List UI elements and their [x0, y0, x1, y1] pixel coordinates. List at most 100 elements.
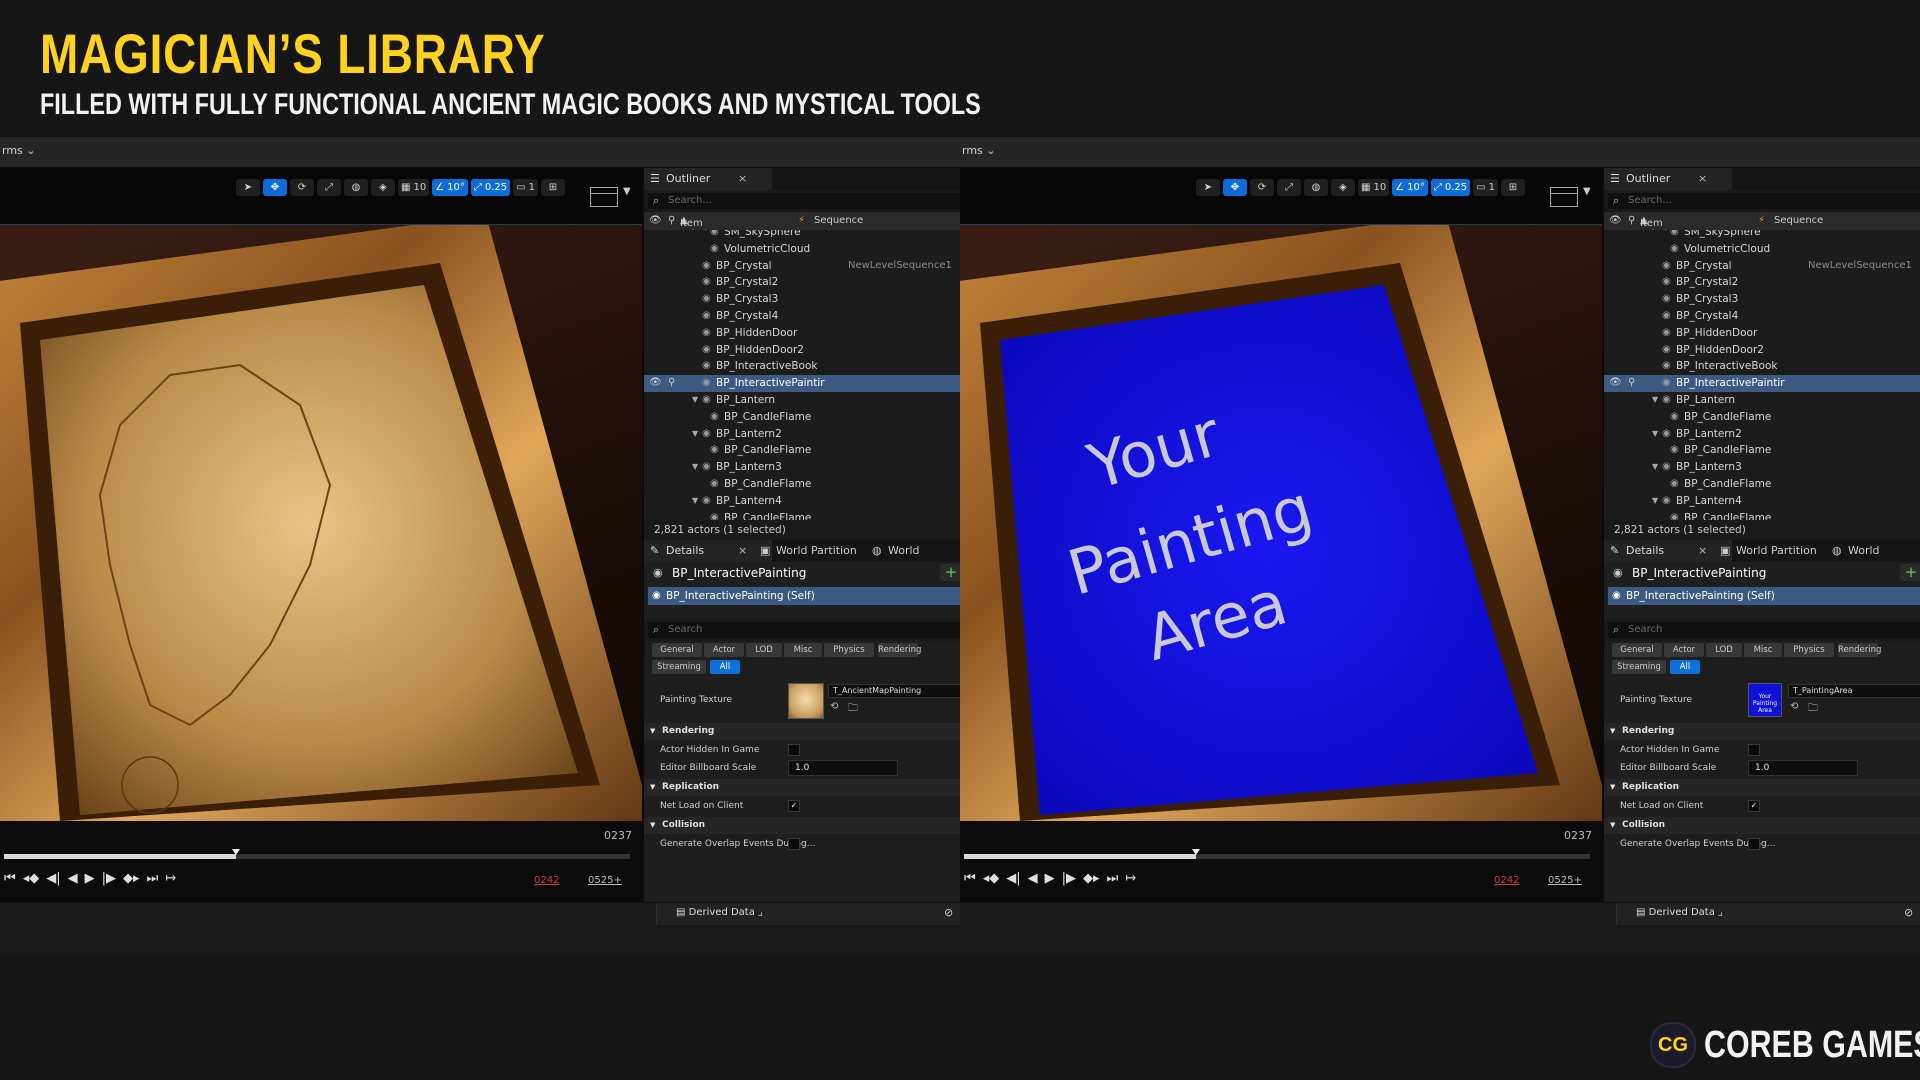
painting-texture-name[interactable]: T_AncientMapPainting — [828, 684, 960, 698]
category-filter-button[interactable]: Streaming — [652, 660, 706, 674]
current-frame-field[interactable]: 0242 — [534, 875, 559, 886]
visibility-column-icon[interactable]: 👁 — [1609, 215, 1622, 226]
outliner-row[interactable]: ◉ BP_Crystal2 — [644, 274, 960, 291]
expand-arrow-icon[interactable]: ▼ — [692, 493, 698, 510]
outliner-row[interactable]: ◉ BP_InteractiveBook — [1604, 358, 1920, 375]
net-load-checkbox[interactable]: ✓ — [788, 800, 800, 812]
level-viewport[interactable]: ➤ ✥ ⟳ ⤢ ◍ ◈ ▦ 10 ∠ 10° ⤢ 0.25 ▭ 1 ⊞ ▼ — [960, 168, 1602, 902]
close-icon[interactable]: × — [738, 168, 747, 190]
play-reverse-icon[interactable]: ◀ — [68, 871, 78, 886]
scene-render[interactable] — [0, 225, 642, 821]
rotation-snap-toggle[interactable]: ∠ 10° — [1392, 179, 1428, 196]
scale-snap-toggle[interactable]: ⤢ 0.25 — [1430, 179, 1471, 196]
category-filter-button[interactable]: Misc — [784, 643, 822, 657]
net-load-checkbox[interactable]: ✓ — [1748, 800, 1760, 812]
section-replication[interactable]: ▼ Replication — [1604, 779, 1920, 796]
outliner-row[interactable]: ◉ BP_CandleFlame — [644, 476, 960, 493]
outliner-search-input[interactable]: ⌕ Search... — [648, 193, 960, 209]
rotation-snap-toggle[interactable]: ∠ 10° — [432, 179, 468, 196]
expand-arrow-icon[interactable]: ▼ — [1652, 459, 1658, 476]
grid-snap-toggle[interactable]: ▦ 10 — [398, 179, 430, 196]
outliner-row[interactable]: ◉ BP_CandleFlame — [1604, 442, 1920, 459]
timeline-track[interactable] — [964, 849, 1590, 859]
outliner-row[interactable]: ◉ BP_CandleFlame — [644, 442, 960, 459]
add-component-button[interactable]: + — [940, 564, 960, 581]
world-space-icon[interactable]: ◍ — [1304, 179, 1328, 196]
outliner-row[interactable]: ◉ VolumetricCloud — [644, 241, 960, 258]
actor-hidden-checkbox[interactable] — [788, 744, 800, 756]
step-back-icon[interactable]: ◀| — [1006, 871, 1020, 886]
outliner-row[interactable]: ▼ ◉ BP_Lantern2 — [644, 426, 960, 443]
outliner-row[interactable]: ◉ SM_SkySphere — [1604, 230, 1920, 241]
expand-arrow-icon[interactable]: ▼ — [1652, 493, 1658, 510]
expand-arrow-icon[interactable]: ▼ — [692, 459, 698, 476]
section-collision[interactable]: ▼ Collision — [644, 817, 960, 834]
scale-snap-toggle[interactable]: ⤢ 0.25 — [470, 179, 511, 196]
outliner-row[interactable]: ◉ BP_InteractiveBook — [644, 358, 960, 375]
source-control-icon[interactable]: ⊘ — [1904, 906, 1913, 919]
chevron-down-icon[interactable]: ▼ — [623, 186, 631, 197]
play-reverse-icon[interactable]: ◀ — [1028, 871, 1038, 886]
sequencer-timeline[interactable]: 0237 ⏮ ◂◆ ◀| ◀ ▶ |▶ ◆▸ ⏭ ↦ 0242 0525+ — [960, 821, 1602, 902]
outliner-row[interactable]: ◉ BP_Crystal3 — [644, 291, 960, 308]
timeline-track[interactable] — [4, 849, 630, 859]
section-replication[interactable]: ▼ Replication — [644, 779, 960, 796]
loop-icon[interactable]: ↦ — [165, 871, 176, 886]
pin-column-icon[interactable]: ⚲ — [1628, 215, 1635, 226]
play-icon[interactable]: ▶ — [85, 871, 95, 886]
scale-mode-icon[interactable]: ⤢ — [317, 179, 341, 196]
outliner-row[interactable]: ◉ BP_Crystal NewLevelSequence1 — [644, 258, 960, 275]
step-forward-icon[interactable]: |▶ — [1062, 871, 1076, 886]
category-filter-button[interactable]: Physics — [1784, 643, 1834, 657]
outliner-row[interactable]: ◉ SM_SkySphere — [644, 230, 960, 241]
close-icon[interactable]: × — [1698, 540, 1707, 562]
outliner-search-input[interactable]: ⌕ Search... — [1608, 193, 1920, 209]
category-filter-button[interactable]: LOD — [746, 643, 782, 657]
expand-arrow-icon[interactable]: ▼ — [1652, 426, 1658, 443]
outliner-row[interactable]: ◉ BP_CandleFlame — [1604, 510, 1920, 520]
painting-texture-name[interactable]: T_PaintingArea — [1788, 684, 1920, 698]
select-mode-icon[interactable]: ➤ — [1196, 179, 1220, 196]
chevron-down-icon[interactable]: ▼ — [1583, 186, 1591, 197]
category-filter-button[interactable]: Actor — [1664, 643, 1704, 657]
outliner-row[interactable]: ◉ BP_Crystal4 — [1604, 308, 1920, 325]
jump-end-icon[interactable]: ⏭ — [1107, 871, 1119, 886]
playhead-marker[interactable] — [1191, 849, 1200, 855]
visibility-column-icon[interactable]: 👁 — [649, 215, 662, 226]
category-filter-button[interactable]: Physics — [824, 643, 874, 657]
outliner-row[interactable]: ◉ VolumetricCloud — [1604, 241, 1920, 258]
column-item-label[interactable]: Item Label ▲ — [680, 215, 707, 240]
details-search-input[interactable]: ⌕ Search — [648, 622, 960, 638]
overlap-events-checkbox[interactable] — [1748, 838, 1760, 850]
visibility-icon[interactable]: 👁 — [649, 375, 662, 392]
overlap-events-checkbox[interactable] — [788, 838, 800, 850]
derived-data-button[interactable]: ▤ Derived Data ⌟ — [1636, 907, 1723, 918]
outliner-row[interactable]: ◉ BP_HiddenDoor2 — [644, 342, 960, 359]
current-frame-field[interactable]: 0242 — [1494, 875, 1519, 886]
derived-data-button[interactable]: ▤ Derived Data ⌟ — [676, 907, 763, 918]
painting-texture-thumbnail[interactable] — [788, 683, 824, 719]
close-icon[interactable]: × — [1698, 168, 1707, 190]
tab-world[interactable]: ◍ World — [866, 540, 960, 562]
outliner-row[interactable]: ◉ BP_CandleFlame — [644, 409, 960, 426]
close-icon[interactable]: × — [738, 540, 747, 562]
viewport-layout-icon[interactable] — [590, 187, 618, 207]
outliner-row[interactable]: ◉ BP_CandleFlame — [1604, 476, 1920, 493]
use-selected-asset-icon[interactable]: 🗀 — [1808, 701, 1818, 718]
outliner-row[interactable]: ◉ BP_HiddenDoor — [644, 325, 960, 342]
scale-mode-icon[interactable]: ⤢ — [1277, 179, 1301, 196]
outliner-row[interactable]: ▼ ◉ BP_Lantern — [1604, 392, 1920, 409]
browse-asset-icon[interactable]: ⟲ — [830, 701, 838, 712]
play-icon[interactable]: ▶ — [1045, 871, 1055, 886]
details-search-input[interactable]: ⌕ Search — [1608, 622, 1920, 638]
section-collision[interactable]: ▼ Collision — [1604, 817, 1920, 834]
tab-details[interactable]: ✎ Details × — [644, 540, 772, 562]
next-key-icon[interactable]: ◆▸ — [123, 871, 140, 886]
outliner-row[interactable]: ◉ BP_Crystal4 — [644, 308, 960, 325]
category-filter-button[interactable]: General — [652, 643, 702, 657]
outliner-row[interactable]: ◉ BP_Crystal2 — [1604, 274, 1920, 291]
playhead-marker[interactable] — [231, 849, 240, 855]
pin-icon[interactable]: ⚲ — [668, 375, 675, 392]
camera-speed-button[interactable]: ▭ 1 — [513, 179, 538, 196]
surface-snap-icon[interactable]: ◈ — [1331, 179, 1355, 196]
